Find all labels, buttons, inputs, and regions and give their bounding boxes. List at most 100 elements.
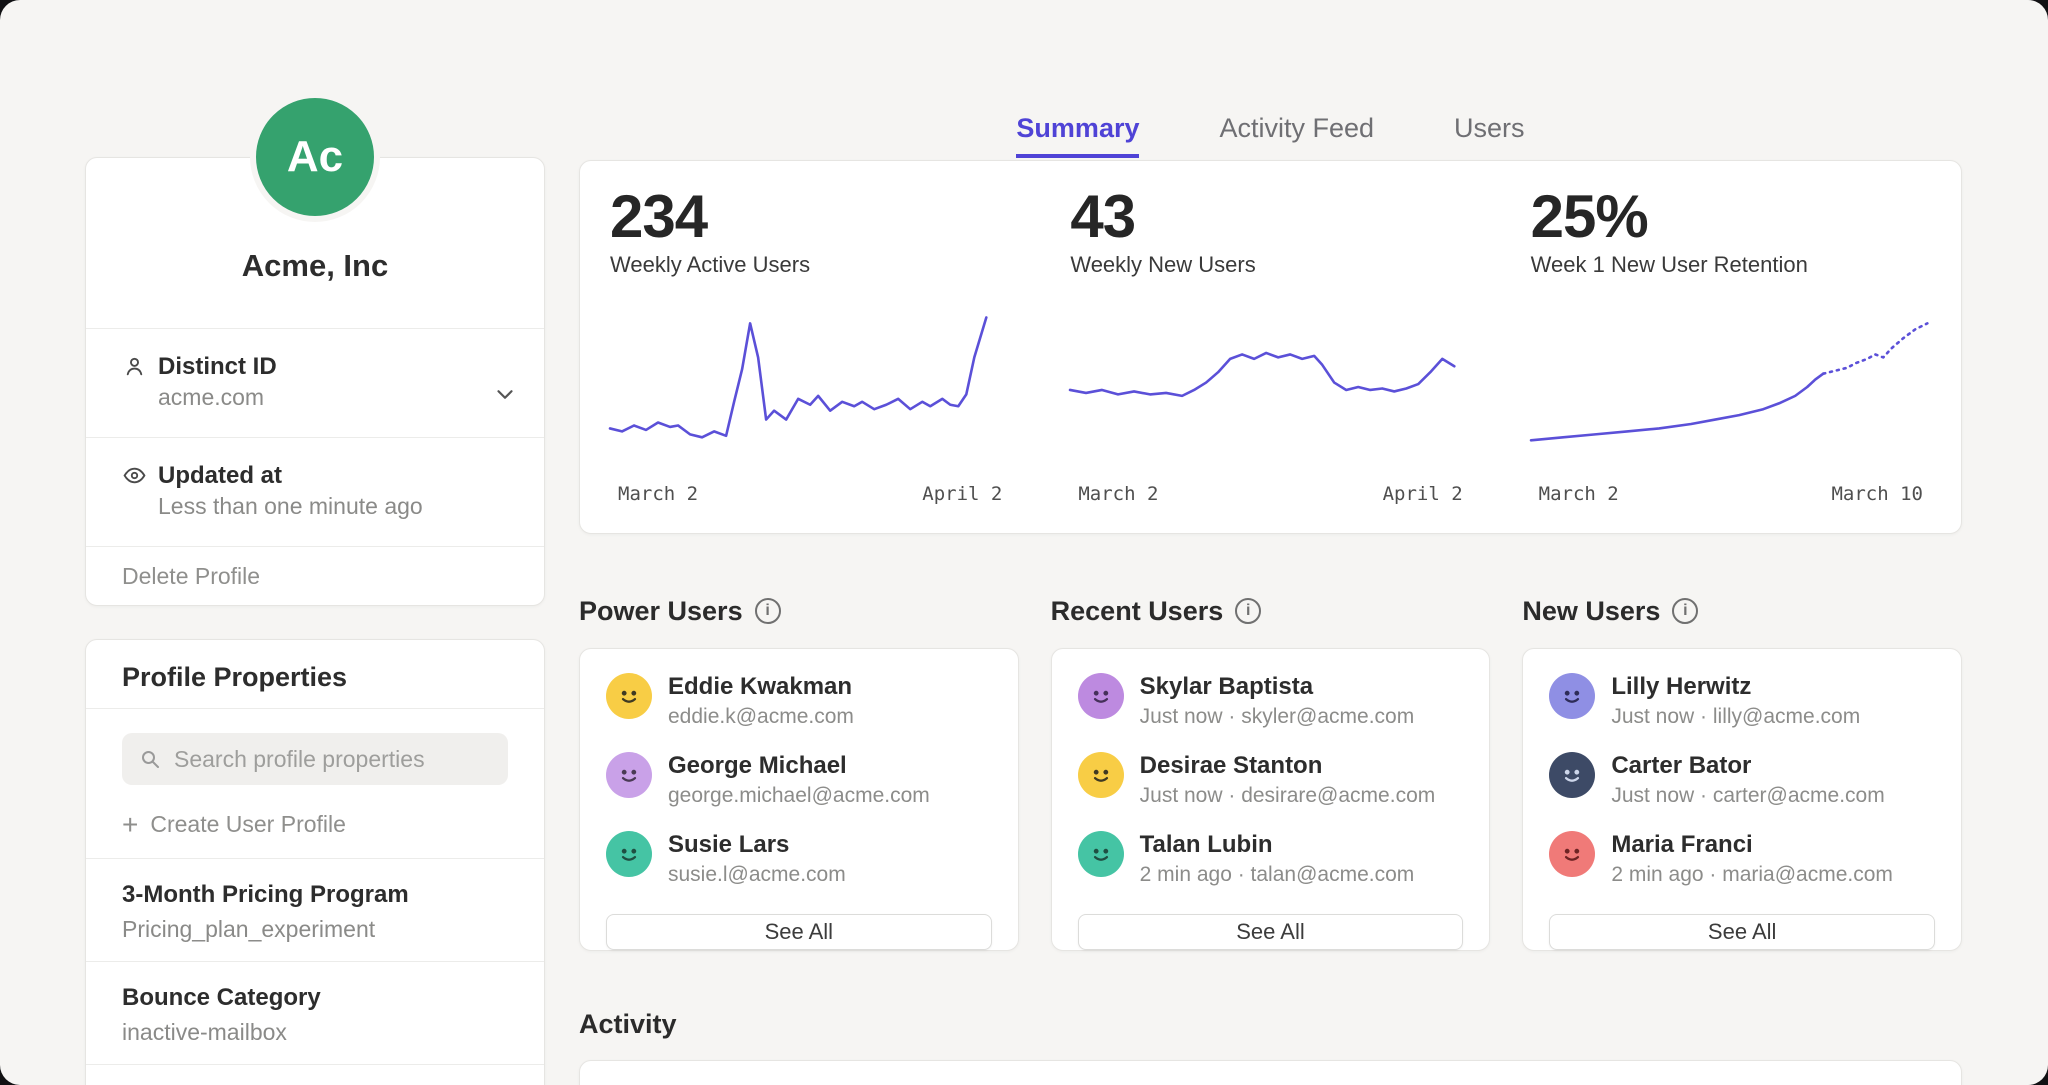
user-avatar xyxy=(606,673,652,719)
weekly-active-users-line-chart xyxy=(610,313,1010,461)
smiley-face-icon xyxy=(1084,679,1118,713)
user-avatar xyxy=(606,831,652,877)
x-axis-labels: March 2 March 10 xyxy=(1531,483,1931,505)
info-icon[interactable]: i xyxy=(1672,598,1698,624)
user-name[interactable]: Carter Bator xyxy=(1611,752,1884,780)
user-name[interactable]: Lilly Herwitz xyxy=(1611,673,1860,701)
info-icon[interactable]: i xyxy=(1235,598,1261,624)
user-name[interactable]: Skylar Baptista xyxy=(1140,673,1415,701)
smiley-face-icon xyxy=(1555,837,1589,871)
profile-properties-card: Profile Properties + Create User Profile… xyxy=(85,639,545,1085)
property-item[interactable]: 3-Month Pricing Program Pricing_plan_exp… xyxy=(86,859,544,961)
user-avatar xyxy=(1549,752,1595,798)
user-avatar xyxy=(606,752,652,798)
user-subtitle: Just now · desirare@acme.com xyxy=(1140,783,1436,809)
power-users-section: Power Users i Eddie xyxy=(579,594,1019,951)
property-item[interactable]: Browser Chrome xyxy=(86,1065,544,1085)
search-input[interactable] xyxy=(122,733,508,785)
tab-bar: Summary Activity Feed Users xyxy=(579,110,1962,158)
section-title: New Users xyxy=(1522,596,1660,627)
axis-end-label: April 2 xyxy=(1383,483,1463,505)
tab-users[interactable]: Users xyxy=(1454,110,1525,158)
new-users-section: New Users i Lilly He xyxy=(1522,594,1962,951)
smiley-face-icon xyxy=(612,758,646,792)
retention-line-chart xyxy=(1531,313,1931,461)
smiley-face-icon xyxy=(612,679,646,713)
distinct-id-row[interactable]: Distinct ID acme.com xyxy=(86,329,544,437)
tab-summary[interactable]: Summary xyxy=(1016,110,1139,158)
company-avatar: Ac xyxy=(250,92,380,222)
activity-section-title: Activity xyxy=(579,1009,1962,1040)
list-item[interactable]: Carter Bator Just now · carter@acme.com xyxy=(1549,752,1935,809)
axis-end-label: March 10 xyxy=(1831,483,1923,505)
user-name[interactable]: George Michael xyxy=(668,752,930,780)
profile-properties-title: Profile Properties xyxy=(86,640,544,708)
list-item[interactable]: Susie Lars susie.l@acme.com xyxy=(606,831,992,888)
list-item[interactable]: Eddie Kwakman eddie.k@acme.com xyxy=(606,673,992,730)
section-title: Power Users xyxy=(579,596,743,627)
activity-stat: 234 xyxy=(580,1061,1040,1085)
create-user-profile-label: Create User Profile xyxy=(150,811,346,838)
list-item[interactable]: Desirae Stanton Just now · desirare@acme… xyxy=(1078,752,1464,809)
profile-sidebar: Ac Acme, Inc Distinct ID acme.com xyxy=(85,0,545,1085)
axis-start-label: March 2 xyxy=(618,483,698,505)
tab-activity-feed[interactable]: Activity Feed xyxy=(1219,110,1374,158)
sleeping-face-icon xyxy=(1555,758,1589,792)
app-frame: Ac Acme, Inc Distinct ID acme.com xyxy=(0,0,2048,1085)
search-icon xyxy=(138,747,162,771)
stat-weekly-active-users: 234 Weekly Active Users March 2 April 2 xyxy=(580,161,1040,533)
list-item[interactable]: George Michael george.michael@acme.com xyxy=(606,752,992,809)
user-subtitle: george.michael@acme.com xyxy=(668,783,930,809)
property-label: Bounce Category xyxy=(122,982,508,1013)
see-all-button[interactable]: See All xyxy=(606,914,992,950)
power-users-card: Eddie Kwakman eddie.k@acme.com xyxy=(579,648,1019,951)
updated-at-label: Updated at xyxy=(158,460,423,491)
stat-label: Weekly Active Users xyxy=(610,251,1010,279)
user-subtitle: Just now · lilly@acme.com xyxy=(1611,704,1860,730)
list-item[interactable]: Lilly Herwitz Just now · lilly@acme.com xyxy=(1549,673,1935,730)
plus-icon: + xyxy=(122,813,138,837)
smiley-face-icon xyxy=(1084,837,1118,871)
x-axis-labels: March 2 April 2 xyxy=(610,483,1010,505)
list-item[interactable]: Maria Franci 2 min ago · maria@acme.com xyxy=(1549,831,1935,888)
axis-start-label: March 2 xyxy=(1539,483,1619,505)
recent-users-section: Recent Users i Skyla xyxy=(1051,594,1491,951)
see-all-button[interactable]: See All xyxy=(1078,914,1464,950)
eye-icon xyxy=(122,460,158,522)
user-avatar xyxy=(1549,831,1595,877)
user-subtitle: 2 min ago · talan@acme.com xyxy=(1140,862,1415,888)
x-axis-labels: March 2 April 2 xyxy=(1070,483,1470,505)
property-item[interactable]: Bounce Category inactive-mailbox xyxy=(86,962,544,1064)
user-avatar xyxy=(1078,831,1124,877)
main-content: Summary Activity Feed Users 234 Weekly A… xyxy=(579,0,1962,1085)
user-avatar xyxy=(1078,673,1124,719)
property-value: inactive-mailbox xyxy=(122,1017,508,1048)
list-item[interactable]: Skylar Baptista Just now · skyler@acme.c… xyxy=(1078,673,1464,730)
user-subtitle: eddie.k@acme.com xyxy=(668,704,854,730)
updated-at-value: Less than one minute ago xyxy=(158,491,423,522)
user-avatar xyxy=(1549,673,1595,719)
smiley-face-icon xyxy=(1084,758,1118,792)
profile-summary-card: Ac Acme, Inc Distinct ID acme.com xyxy=(85,157,545,606)
user-name[interactable]: Maria Franci xyxy=(1611,831,1893,859)
user-name[interactable]: Eddie Kwakman xyxy=(668,673,854,701)
create-user-profile-button[interactable]: + Create User Profile xyxy=(122,811,508,838)
info-icon[interactable]: i xyxy=(755,598,781,624)
stat-value: 25% xyxy=(1531,185,1931,249)
new-users-card: Lilly Herwitz Just now · lilly@acme.com xyxy=(1522,648,1962,951)
user-name[interactable]: Desirae Stanton xyxy=(1140,752,1436,780)
stat-label: Week 1 New User Retention xyxy=(1531,251,1931,279)
list-item[interactable]: Talan Lubin 2 min ago · talan@acme.com xyxy=(1078,831,1464,888)
chevron-down-icon[interactable] xyxy=(492,381,518,407)
user-avatar xyxy=(1078,752,1124,798)
smiley-face-icon xyxy=(612,837,646,871)
user-subtitle: 2 min ago · maria@acme.com xyxy=(1611,862,1893,888)
user-name[interactable]: Talan Lubin xyxy=(1140,831,1415,859)
stat-value: 43 xyxy=(1070,185,1470,249)
company-avatar-initials: Ac xyxy=(287,132,343,182)
axis-start-label: March 2 xyxy=(1078,483,1158,505)
user-name[interactable]: Susie Lars xyxy=(668,831,846,859)
see-all-button[interactable]: See All xyxy=(1549,914,1935,950)
delete-profile-button[interactable]: Delete Profile xyxy=(86,547,544,605)
axis-end-label: April 2 xyxy=(922,483,1002,505)
